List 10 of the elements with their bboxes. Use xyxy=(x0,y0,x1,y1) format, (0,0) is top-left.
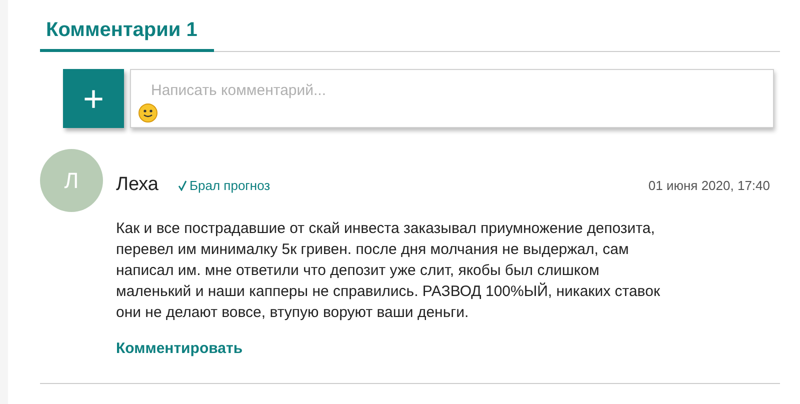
comment-date: 01 июня 2020, 17:40 xyxy=(648,176,770,194)
comments-tab[interactable]: Комментарии 1 xyxy=(40,0,214,52)
badge-label: Брал прогноз xyxy=(189,176,270,195)
add-button[interactable]: + xyxy=(63,69,124,128)
reply-link[interactable]: Комментировать xyxy=(116,338,243,360)
smiley-icon[interactable] xyxy=(138,103,158,123)
comment-field[interactable]: Написать комментарий... xyxy=(130,69,774,128)
author-name: Леха xyxy=(116,173,158,197)
avatar: Л xyxy=(40,149,103,212)
comment-text: Как и все пострадавшие от скай инвеста заказывал приумножение депозита, перевел им минималку 5к гривен. после дня молчания не выдержал, сам написал им. мне ответили что депозит уже слит, якобы был слишком маленький и наши капперы не справились. РАЗВОД 100%ЫЙ, никаких ставок они не делают вовсе, втупую воруют ваши деньги. xyxy=(116,218,662,322)
